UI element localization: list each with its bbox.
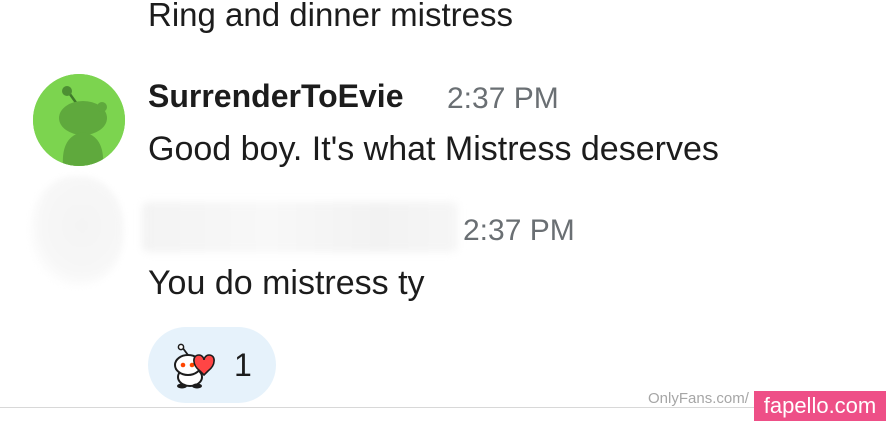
snoo-heart-reaction-icon [174,343,215,389]
message-username[interactable]: SurrenderToEvie [148,78,403,115]
message-text: You do mistress ty [148,264,425,302]
chat-message: SurrenderToEvie 2:37 PM Good boy. It's w… [0,72,886,182]
reaction-count: 1 [234,347,252,383]
blurred-avatar[interactable] [30,176,124,286]
message-timestamp: 2:37 PM [447,82,559,115]
snoo-avatar-icon[interactable] [33,74,125,166]
onlyfans-watermark: OnlyFans.com/ [648,390,749,407]
reaction-button[interactable]: 1 [148,327,276,403]
chat-view: Ring and dinner mistress SurrenderToEvie… [0,0,886,421]
previous-message-text: Ring and dinner mistress [148,0,513,33]
message-text: Good boy. It's what Mistress deserves [148,130,719,168]
chat-message: 2:37 PM You do mistress ty [0,176,886,308]
message-timestamp: 2:37 PM [463,214,575,247]
blurred-username[interactable] [142,202,458,252]
fapello-watermark: fapello.com [754,391,886,421]
